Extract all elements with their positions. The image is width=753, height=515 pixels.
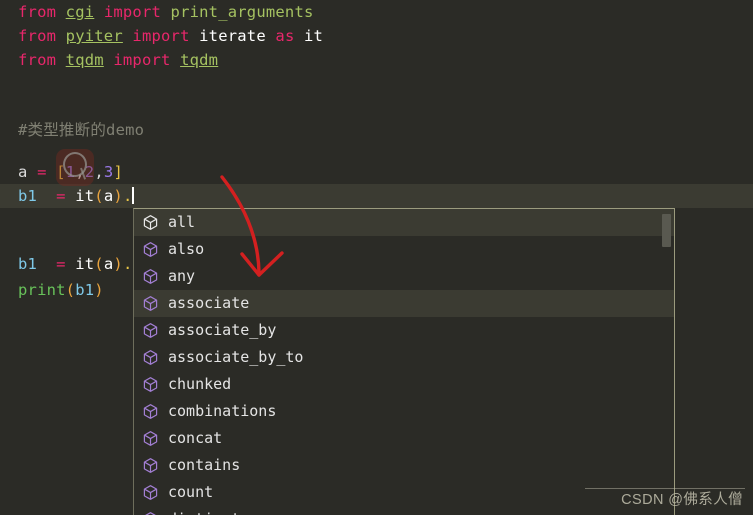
autocomplete-item-label: combinations xyxy=(168,402,277,420)
package-cube-icon xyxy=(143,242,158,257)
code-line: print(b1) xyxy=(18,278,104,302)
autocomplete-item[interactable]: concat xyxy=(134,425,674,452)
code-token: a xyxy=(103,255,114,273)
code-token: from xyxy=(18,51,66,69)
text-caret xyxy=(132,187,134,204)
autocomplete-item-label: contains xyxy=(168,456,241,474)
code-token: = xyxy=(56,255,76,273)
code-token: a xyxy=(103,187,114,205)
autocomplete-item[interactable]: contains xyxy=(134,452,674,479)
code-token: b1 xyxy=(75,281,95,299)
code-token: 1 xyxy=(65,163,76,181)
code-token: 3 xyxy=(103,163,114,181)
code-token: iterate xyxy=(199,27,266,45)
code-line: from pyiter import iterate as it xyxy=(18,24,323,48)
package-cube-icon xyxy=(143,296,158,311)
autocomplete-item-label: distinct xyxy=(168,506,240,515)
code-token: ( xyxy=(94,255,104,273)
code-token: print_arguments xyxy=(170,3,314,21)
code-token: ( xyxy=(94,187,104,205)
autocomplete-item-label: chunked xyxy=(168,375,232,393)
autocomplete-item[interactable]: also xyxy=(134,236,674,263)
autocomplete-item[interactable]: count xyxy=(134,479,674,506)
code-line: a = [1,2,3] xyxy=(18,160,123,184)
code-token: , xyxy=(94,163,104,181)
code-token: it xyxy=(75,255,95,273)
code-token: b1 xyxy=(18,187,57,205)
code-token: it xyxy=(75,187,95,205)
code-token: b1 xyxy=(18,255,57,273)
autocomplete-list[interactable]: all also any associate associate_by associate… xyxy=(134,209,674,515)
package-cube-icon xyxy=(143,431,158,446)
watermark-text: CSDN @佛系人僧 xyxy=(621,492,743,508)
code-token: tqdm xyxy=(65,51,104,69)
package-cube-icon xyxy=(145,512,156,515)
code-line: b1 = it(a). xyxy=(18,252,132,276)
code-token: [ xyxy=(56,163,66,181)
code-token: as xyxy=(265,27,305,45)
code-token: pyiter xyxy=(65,27,123,45)
autocomplete-item[interactable]: any xyxy=(134,263,674,290)
autocomplete-item-label: all xyxy=(168,213,196,231)
completion-scrollbar-track[interactable] xyxy=(662,210,673,515)
autocomplete-item[interactable]: associate xyxy=(134,290,674,317)
completion-scrollbar-thumb[interactable] xyxy=(662,214,671,247)
autocomplete-item-label: associate_by_to xyxy=(168,348,304,366)
package-cube-icon xyxy=(143,350,158,365)
code-token: from xyxy=(18,3,66,21)
autocomplete-item-label: any xyxy=(168,267,196,285)
autocomplete-item-label: associate_by xyxy=(168,321,277,339)
package-cube-icon xyxy=(143,323,158,338)
package-cube-icon xyxy=(143,485,158,500)
code-token: cgi xyxy=(65,3,95,21)
code-line: from tqdm import tqdm xyxy=(18,48,218,72)
code-line: from cgi import print_arguments xyxy=(18,0,314,24)
code-token: tqdm xyxy=(180,51,219,69)
code-token: , xyxy=(75,163,85,181)
code-token: ) xyxy=(113,255,123,273)
autocomplete-item[interactable]: chunked xyxy=(134,371,674,398)
package-cube-icon xyxy=(143,458,158,473)
autocomplete-item[interactable]: distinct xyxy=(134,506,674,515)
autocomplete-item[interactable]: associate_by xyxy=(134,317,674,344)
code-token: from xyxy=(18,27,66,45)
code-token: = xyxy=(37,163,57,181)
code-token: ) xyxy=(94,281,104,299)
code-line: #类型推断的demo xyxy=(18,118,144,142)
code-token: ] xyxy=(113,163,123,181)
autocomplete-item[interactable]: associate_by_to xyxy=(134,344,674,371)
autocomplete-item-label: count xyxy=(168,483,214,501)
code-token: . xyxy=(122,187,133,205)
code-token: it xyxy=(304,27,324,45)
package-cube-icon xyxy=(143,377,158,392)
autocomplete-item-label: also xyxy=(168,240,205,258)
code-token: 2 xyxy=(84,163,95,181)
code-token: print xyxy=(18,281,66,299)
code-token: ) xyxy=(113,187,123,205)
code-token: = xyxy=(56,187,76,205)
code-token: import xyxy=(94,3,171,21)
autocomplete-item[interactable]: combinations xyxy=(134,398,674,425)
package-cube-icon xyxy=(143,215,158,230)
autocomplete-popup[interactable]: all also any associate associate_by associate… xyxy=(133,208,675,515)
code-token: #类型推断的demo xyxy=(18,121,145,139)
code-token: ( xyxy=(65,281,76,299)
code-token: a xyxy=(18,163,38,181)
package-cube-icon xyxy=(143,269,158,284)
autocomplete-item-label: concat xyxy=(168,429,223,447)
autocomplete-item[interactable]: all xyxy=(134,209,674,236)
code-token: import xyxy=(122,27,200,45)
code-token: . xyxy=(122,255,133,273)
code-line: b1 = it(a). xyxy=(18,184,134,208)
code-token: import xyxy=(103,51,181,69)
package-cube-icon xyxy=(143,404,158,419)
autocomplete-item-label: associate xyxy=(168,294,250,312)
